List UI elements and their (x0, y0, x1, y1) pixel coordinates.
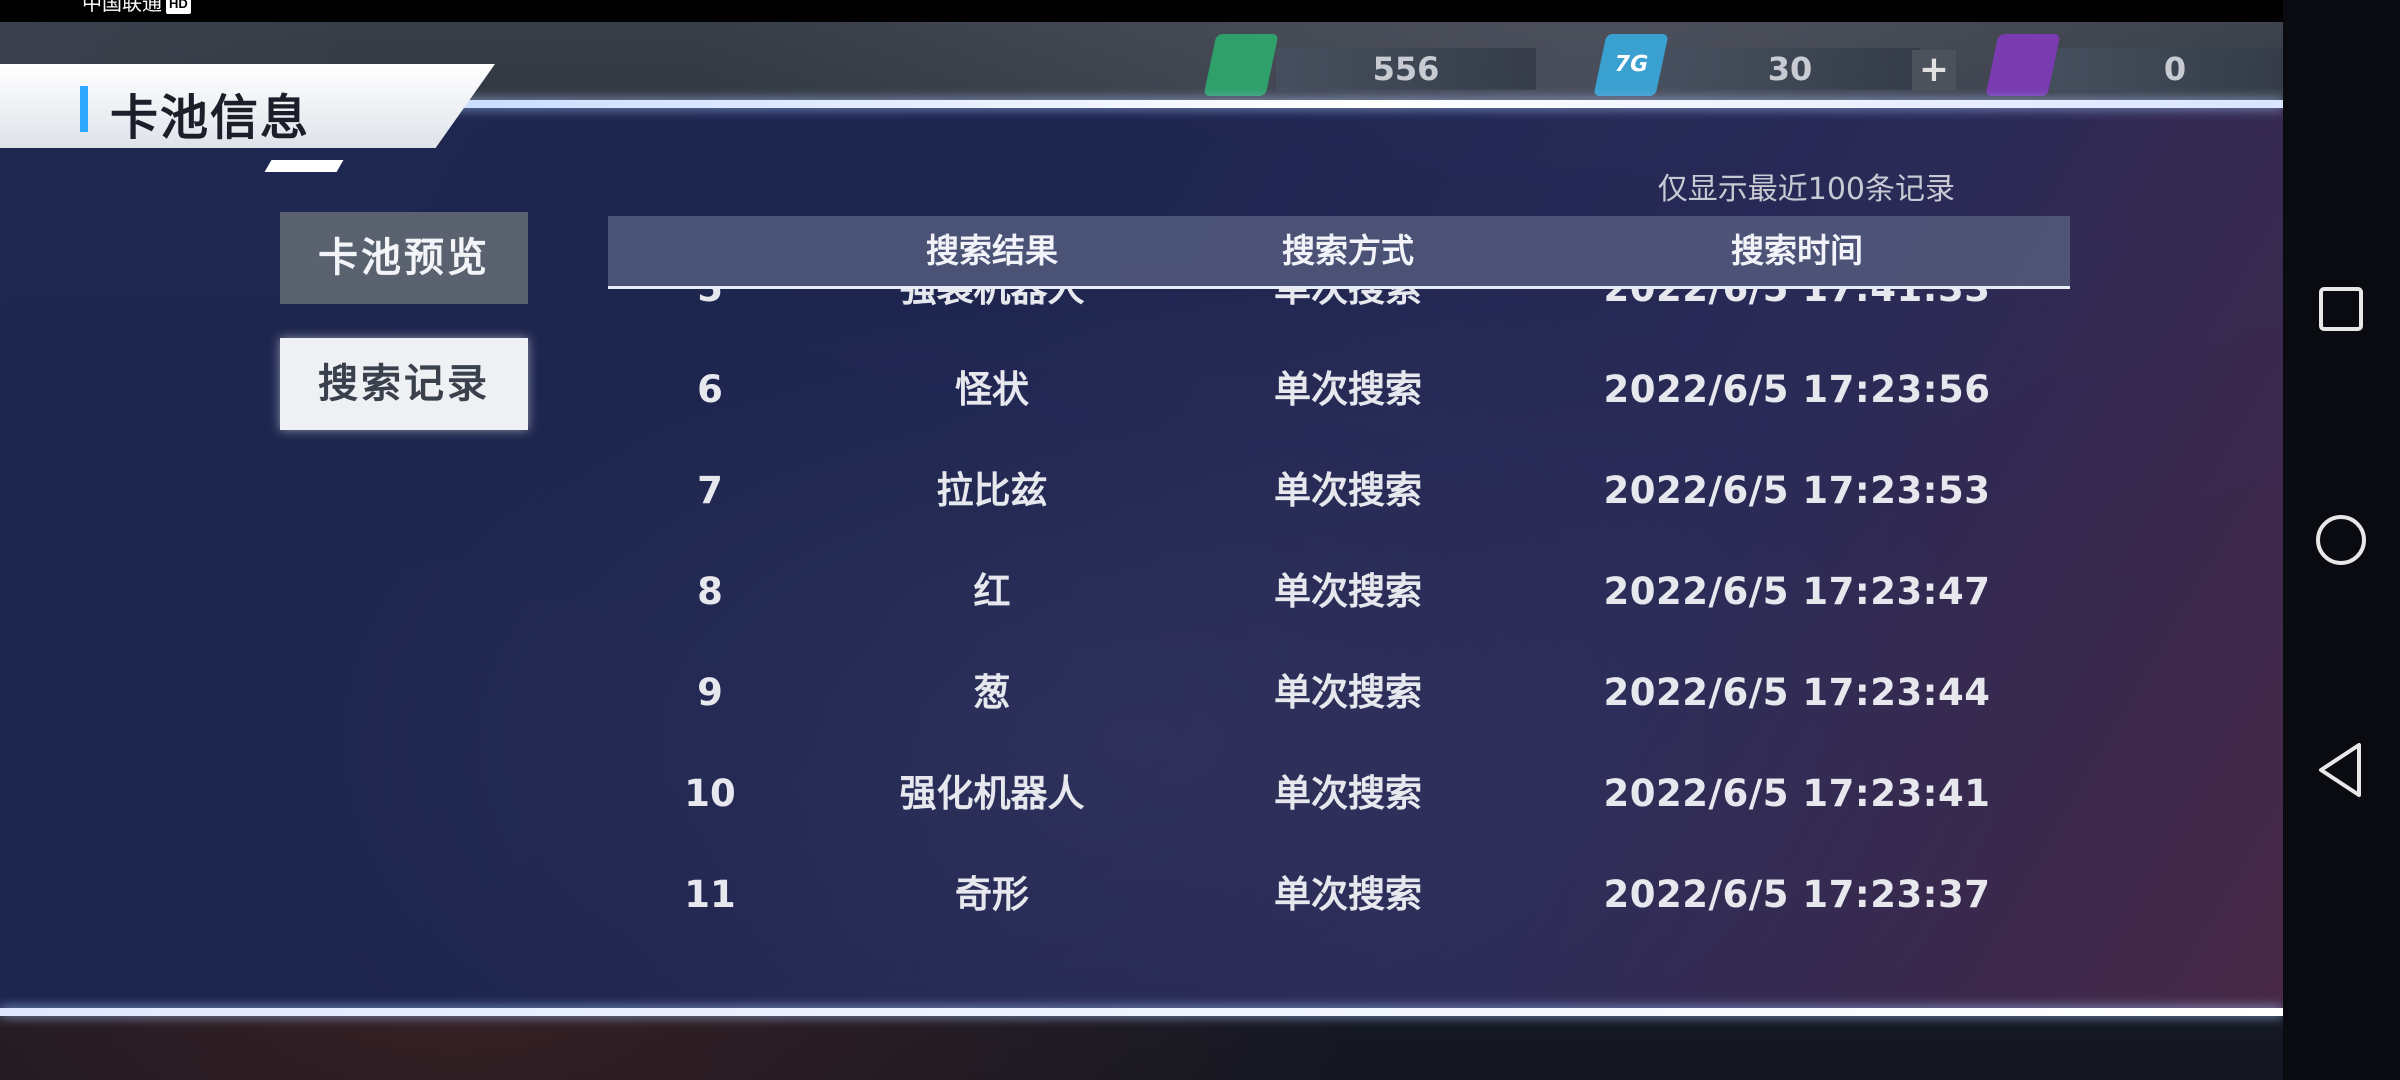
modal-title: 卡池信息 (110, 90, 311, 146)
header-method: 搜索方式 (1282, 231, 1414, 270)
records-limit-note: 仅显示最近100条记录 (1657, 172, 1955, 207)
sd-card-7g-icon: 7G (1593, 34, 1669, 96)
row-method: 单次搜索 (1274, 469, 1422, 512)
modal-top-border (430, 100, 2283, 108)
table-row: 7 拉比兹 单次搜索 2022/6/5 17:23:53 (608, 440, 2070, 541)
row-time: 2022/6/5 17:23:41 (1603, 772, 1991, 815)
row-time: 2022/6/5 17:23:56 (1603, 368, 1991, 411)
row-method: 单次搜索 (1274, 873, 1422, 916)
row-index: 7 (697, 469, 723, 512)
tab-pool-preview[interactable]: 卡池预览 (280, 212, 528, 304)
purple-gem-icon (1985, 34, 2061, 96)
carrier-label: 中国联通 HD (82, 0, 191, 14)
row-result: 拉比兹 (936, 469, 1048, 512)
table-row: 5 强袭机器人 单次搜索 2022/6/5 17:41:33 (608, 289, 2070, 339)
table-row: 8 红 单次搜索 2022/6/5 17:23:47 (608, 541, 2070, 642)
back-triangle-icon (2319, 743, 2361, 797)
row-result: 强袭机器人 (812, 289, 1172, 339)
add-currency-button[interactable]: + (1912, 50, 1956, 90)
table-row: 11 奇形 单次搜索 2022/6/5 17:23:37 (608, 844, 2070, 945)
row-index: 6 (697, 368, 723, 411)
row-time: 2022/6/5 17:23:47 (1603, 570, 1991, 613)
row-index: 11 (684, 873, 736, 916)
row-result: 强化机器人 (899, 772, 1085, 815)
row-time: 2022/6/5 17:23:53 (1603, 469, 1991, 512)
modal-bottom-border (0, 1008, 2283, 1016)
records-table-body[interactable]: 5 强袭机器人 单次搜索 2022/6/5 17:41:33 6 怪状 单次搜索… (608, 289, 2070, 979)
row-method: 单次搜索 (1274, 368, 1422, 411)
row-method: 单次搜索 (1274, 570, 1422, 613)
header-result: 搜索结果 (926, 231, 1058, 270)
row-index: 5 (608, 289, 812, 339)
row-result: 奇形 (955, 873, 1029, 916)
title-decoration (264, 160, 344, 172)
back-button[interactable] (2283, 715, 2400, 825)
row-method: 单次搜索 (1274, 671, 1422, 714)
home-circle-icon (2316, 515, 2366, 565)
header-index (608, 216, 812, 286)
recents-button[interactable] (2283, 255, 2400, 365)
row-time: 2022/6/5 17:23:44 (1603, 671, 1991, 714)
refresh-ticket-icon (1203, 34, 1279, 96)
game-screen: 556 30 7G + 0 中国联通 HD 卡池信息 卡池预览 搜索记录 仅显示最… (0, 0, 2283, 1080)
currency-2-value: 30 (1660, 48, 1920, 90)
row-time: 2022/6/5 17:41:33 (1524, 289, 2070, 339)
row-result: 葱 (973, 671, 1011, 714)
row-result: 红 (973, 570, 1011, 613)
currency-3-value: 0 (2050, 48, 2283, 90)
row-result: 怪状 (955, 368, 1029, 411)
header-time: 搜索时间 (1731, 231, 1863, 270)
row-index: 10 (684, 772, 736, 815)
row-index: 8 (697, 570, 723, 613)
currency-1-value: 556 (1276, 48, 1536, 90)
hd-badge: HD (166, 0, 191, 14)
row-index: 9 (697, 671, 723, 714)
carrier-name: 中国联通 (82, 0, 162, 15)
row-time: 2022/6/5 17:23:37 (1603, 873, 1991, 916)
table-row: 9 葱 单次搜索 2022/6/5 17:23:44 (608, 642, 2070, 743)
home-button[interactable] (2283, 485, 2400, 595)
row-method: 单次搜索 (1274, 772, 1422, 815)
table-row: 10 强化机器人 单次搜索 2022/6/5 17:23:41 (608, 743, 2070, 844)
status-bar: 中国联通 HD (0, 0, 2283, 22)
android-nav-bar (2283, 0, 2400, 1080)
recents-square-icon (2319, 287, 2363, 331)
title-accent-bar (80, 86, 88, 132)
tab-search-records[interactable]: 搜索记录 (280, 338, 528, 430)
row-method: 单次搜索 (1172, 289, 1524, 339)
records-table-header: 搜索结果 搜索方式 搜索时间 (608, 216, 2070, 289)
table-row: 6 怪状 单次搜索 2022/6/5 17:23:56 (608, 339, 2070, 440)
